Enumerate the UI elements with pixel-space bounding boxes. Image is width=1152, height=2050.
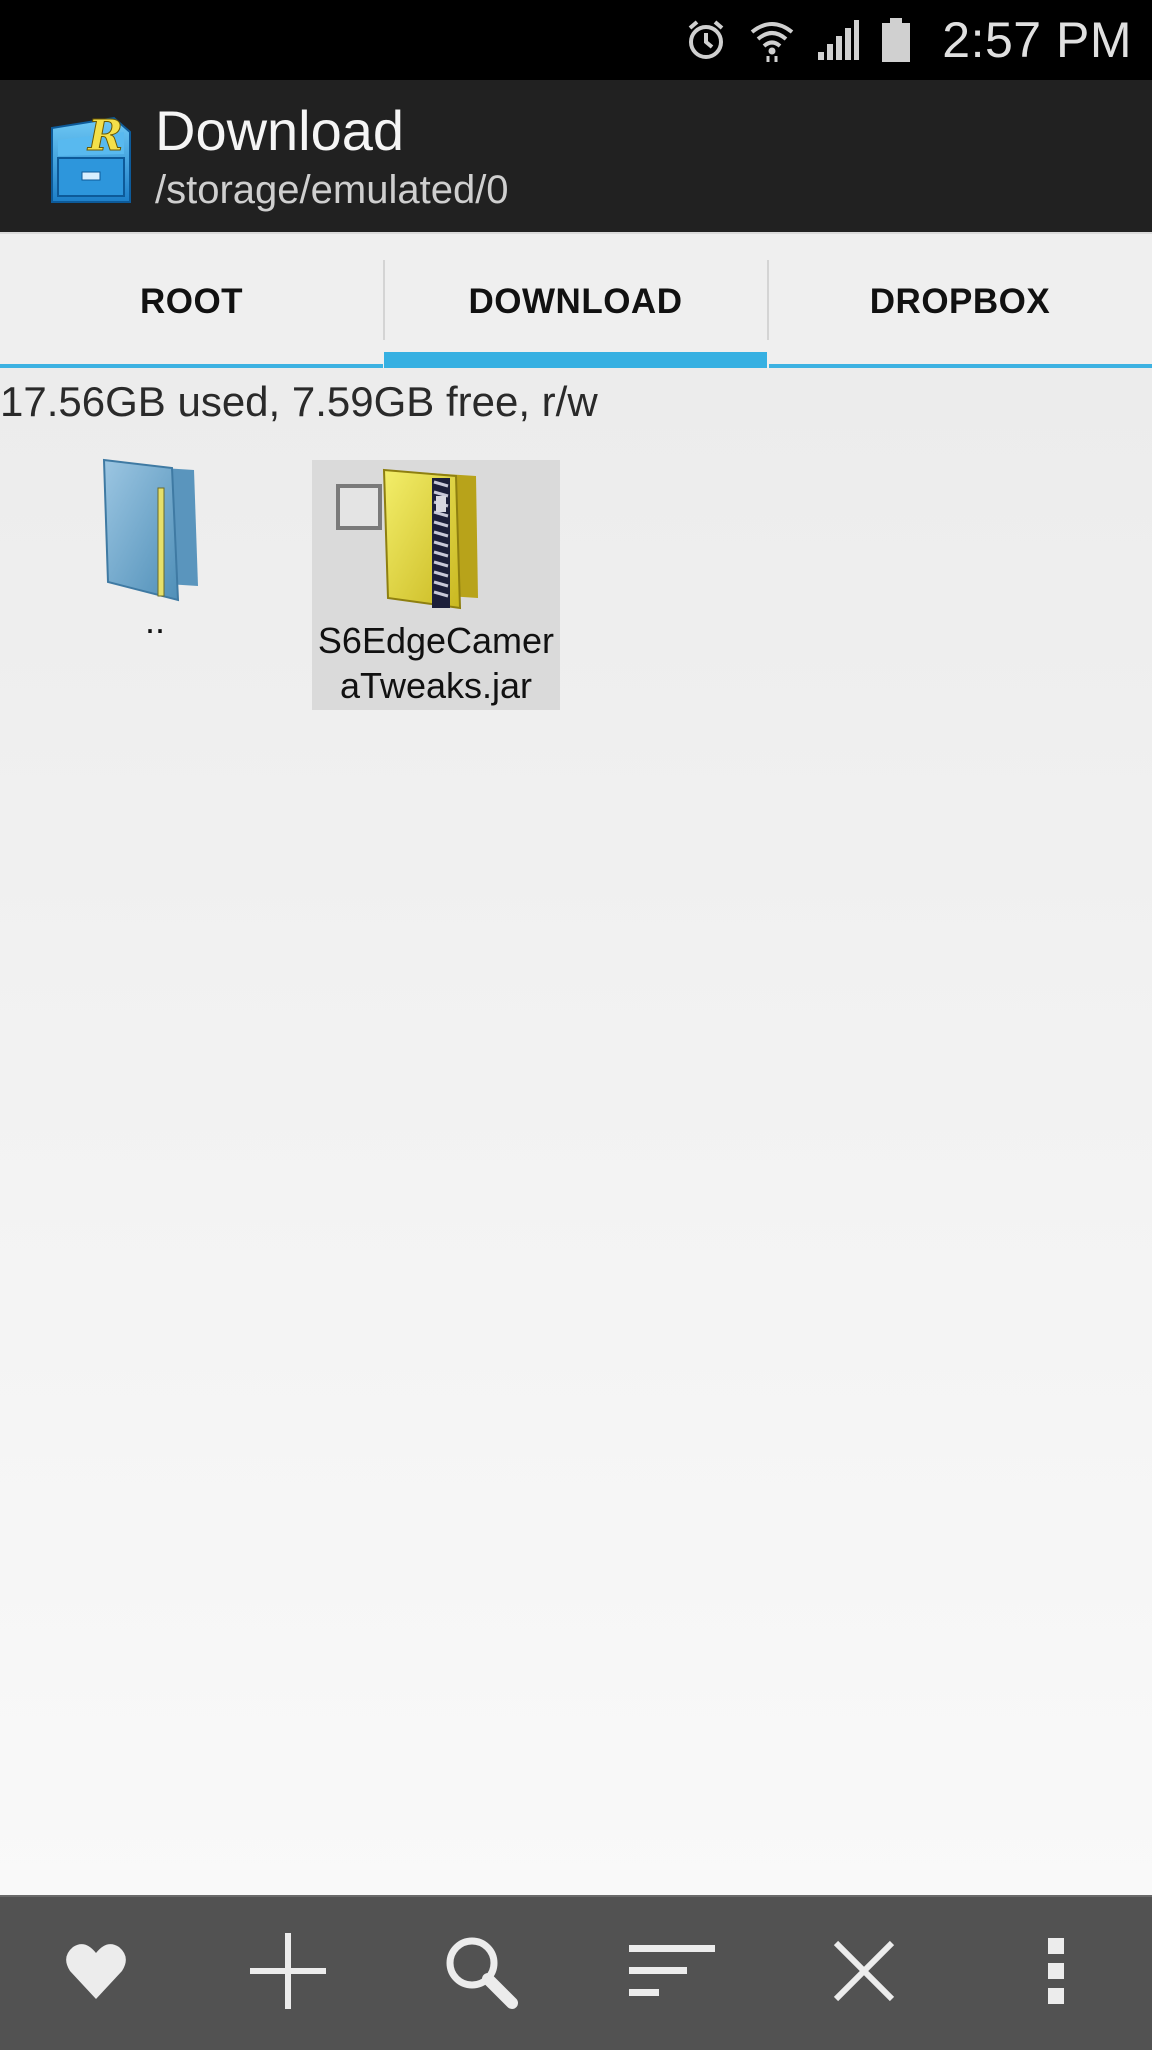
active-tab-indicator: [384, 352, 767, 368]
svg-text:R: R: [87, 111, 123, 160]
file-name-line1: S6EdgeCamer: [317, 620, 555, 661]
app-bar: R Download /storage/emulated/0: [0, 80, 1152, 232]
wifi-icon: [748, 18, 796, 62]
select-checkbox[interactable]: [336, 484, 382, 530]
overflow-menu-icon: [1046, 1936, 1066, 2011]
battery-icon: [880, 16, 912, 64]
file-item-parent-folder[interactable]: ..: [60, 458, 250, 708]
signal-icon: [816, 18, 860, 62]
current-path: /storage/emulated/0: [155, 168, 509, 212]
status-bar: 2:57 PM: [0, 0, 1152, 80]
sort-button[interactable]: [576, 1897, 768, 2050]
storage-info: 17.56GB used, 7.59GB free, r/w: [0, 378, 598, 425]
tab-download[interactable]: DOWNLOAD: [384, 234, 767, 370]
favorite-icon: [65, 1941, 127, 2006]
file-item-jar[interactable]: S6EdgeCamer aTweaks.jar: [312, 460, 560, 710]
zip-folder-icon: [378, 466, 488, 616]
status-icons: 2:57 PM: [684, 0, 1132, 80]
folder-icon: [102, 458, 212, 608]
tab-dropbox[interactable]: DROPBOX: [768, 234, 1152, 370]
add-button[interactable]: [192, 1897, 384, 2050]
sort-icon: [629, 1943, 715, 2004]
overflow-menu-button[interactable]: [960, 1897, 1152, 2050]
add-icon: [248, 1931, 328, 2016]
file-browser: 17.56GB used, 7.59GB free, r/w .. S6Edge…: [0, 368, 1152, 1895]
file-name: ..: [144, 600, 165, 641]
file-name: S6EdgeCamer aTweaks.jar: [312, 618, 560, 708]
close-icon: [833, 1940, 895, 2007]
bottom-toolbar: [0, 1895, 1152, 2050]
app-logo-icon[interactable]: R: [44, 110, 136, 208]
file-name-line2: aTweaks.jar: [339, 665, 533, 706]
app-title: Download: [155, 99, 405, 162]
tab-root[interactable]: ROOT: [0, 234, 383, 370]
search-button[interactable]: [384, 1897, 576, 2050]
status-clock: 2:57 PM: [942, 12, 1132, 68]
search-icon: [442, 1933, 518, 2014]
tab-bar: ROOT DOWNLOAD DROPBOX: [0, 232, 1152, 370]
alarm-icon: [684, 18, 728, 62]
favorite-button[interactable]: [0, 1897, 192, 2050]
close-button[interactable]: [768, 1897, 960, 2050]
